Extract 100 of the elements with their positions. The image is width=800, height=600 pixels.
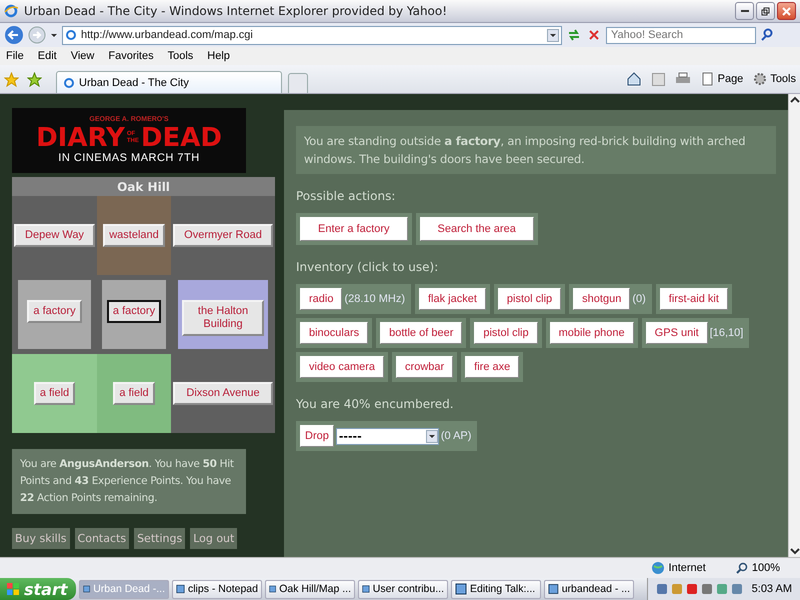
address-field[interactable]: http://www.urbandead.com/map.cgi bbox=[62, 26, 562, 44]
command-button[interactable]: Tools bbox=[753, 72, 796, 86]
item-button[interactable]: bottle of beer bbox=[380, 322, 462, 344]
banner-title: DEAD bbox=[140, 124, 222, 152]
home-icon bbox=[626, 72, 642, 86]
close-icon bbox=[782, 6, 791, 16]
window-icon bbox=[269, 583, 276, 595]
browser-tab[interactable]: Urban Dead - The City bbox=[56, 71, 282, 93]
taskbar-button[interactable]: clips - Notepad bbox=[172, 580, 262, 598]
print-button[interactable] bbox=[674, 72, 691, 86]
restore-icon bbox=[761, 6, 770, 16]
menu-item[interactable]: Favorites bbox=[108, 50, 154, 62]
nav-link[interactable]: Settings bbox=[134, 528, 186, 549]
item-button[interactable]: fire axe bbox=[465, 356, 520, 378]
item-note: (28.10 MHz) bbox=[344, 293, 406, 305]
restore-button[interactable] bbox=[756, 2, 775, 20]
menu-item[interactable]: Tools bbox=[168, 50, 194, 62]
menu-item[interactable]: Edit bbox=[38, 50, 57, 62]
item-button[interactable]: GPS unit bbox=[646, 322, 708, 344]
nav-link[interactable]: Log out bbox=[190, 528, 238, 549]
minimize-button[interactable] bbox=[735, 2, 754, 20]
item-button[interactable]: binoculars bbox=[300, 322, 368, 344]
menu-item[interactable]: File bbox=[6, 50, 24, 62]
tray-icon[interactable] bbox=[656, 583, 668, 595]
star-plus-icon bbox=[27, 72, 42, 86]
item-button[interactable]: flak jacket bbox=[419, 288, 486, 310]
refresh-icon bbox=[566, 27, 582, 43]
item-note: (0) bbox=[632, 293, 647, 305]
back-button[interactable] bbox=[4, 25, 24, 45]
search-field[interactable]: Yahoo! Search bbox=[606, 26, 756, 44]
nav-link[interactable]: Contacts bbox=[74, 528, 130, 549]
item-button[interactable]: shotgun bbox=[573, 288, 630, 310]
item-button[interactable]: video camera bbox=[300, 356, 384, 378]
location-description: You are standing outside a factory, an imposing red-brick building with arched windows. The building's doors have been secured. bbox=[296, 126, 776, 174]
start-button[interactable]: start bbox=[0, 578, 76, 600]
close-button[interactable] bbox=[777, 2, 796, 20]
refresh-button[interactable] bbox=[566, 27, 582, 43]
nav-link[interactable]: Buy skills bbox=[12, 528, 70, 549]
tray-icon[interactable] bbox=[700, 583, 713, 595]
search-button[interactable] bbox=[760, 28, 774, 42]
location-button[interactable]: Overmyer Road bbox=[173, 224, 273, 247]
location-button[interactable]: Depew Way bbox=[14, 224, 96, 247]
window-icon bbox=[455, 583, 467, 595]
banner-text: IN CINEMAS MARCH 7TH bbox=[58, 152, 200, 165]
drop-button[interactable]: Drop bbox=[300, 425, 334, 447]
home-button[interactable] bbox=[626, 72, 642, 86]
command-button[interactable]: Page bbox=[700, 72, 744, 86]
window-icon bbox=[176, 583, 185, 595]
location-button[interactable]: a factory bbox=[27, 300, 82, 323]
window-icon bbox=[548, 583, 559, 595]
taskbar-button[interactable]: urbandead - ... bbox=[544, 580, 634, 598]
globe-icon bbox=[650, 561, 665, 575]
item-button[interactable]: first-aid kit bbox=[660, 288, 728, 310]
map-title: Oak Hill bbox=[12, 177, 275, 196]
search-icon bbox=[760, 28, 774, 42]
item-button[interactable]: pistol clip bbox=[498, 288, 562, 310]
tray-icon[interactable] bbox=[730, 583, 743, 595]
action-button[interactable]: Enter a factory bbox=[300, 217, 408, 241]
taskbar-button[interactable]: Editing Talk:... bbox=[451, 580, 541, 598]
item-note: [16,10] bbox=[710, 327, 744, 339]
scrollbar[interactable] bbox=[788, 94, 800, 557]
item-button[interactable]: pistol clip bbox=[474, 322, 538, 344]
add-favorite-button[interactable] bbox=[27, 72, 42, 86]
item-select[interactable]: ----- bbox=[336, 428, 439, 444]
section-label: Possible actions: bbox=[296, 189, 396, 203]
menu-item[interactable]: Help bbox=[207, 50, 230, 62]
location-button[interactable]: a field bbox=[113, 382, 155, 405]
location-button[interactable]: wasteland bbox=[103, 224, 165, 247]
window-title: Urban Dead - The City - Windows Internet Explorer provided by Yahoo! bbox=[24, 4, 448, 18]
cost-note: (0 AP) bbox=[440, 430, 472, 442]
section-label: Inventory (click to use): bbox=[296, 260, 440, 274]
window-icon bbox=[83, 583, 90, 595]
history-dropdown[interactable] bbox=[50, 31, 58, 39]
magnifier-icon bbox=[736, 562, 748, 574]
star-icon bbox=[4, 72, 19, 86]
favorites-button[interactable] bbox=[4, 72, 19, 86]
banner-title: DIARY bbox=[36, 124, 125, 152]
menu-item[interactable]: View bbox=[70, 50, 94, 62]
item-button[interactable]: mobile phone bbox=[550, 322, 634, 344]
location-button[interactable]: the Halton Building bbox=[182, 300, 264, 336]
location-button[interactable]: Dixson Avenue bbox=[173, 382, 273, 405]
zone-label: Internet bbox=[668, 562, 706, 574]
taskbar-button[interactable]: Oak Hill/Map ... bbox=[265, 580, 355, 598]
window-icon bbox=[362, 583, 370, 595]
caret-icon bbox=[426, 430, 438, 442]
item-button[interactable]: crowbar bbox=[396, 356, 454, 378]
location-button[interactable]: a field bbox=[34, 382, 76, 405]
action-button[interactable]: Search the area bbox=[420, 217, 534, 241]
printer-icon bbox=[674, 72, 691, 86]
item-button[interactable]: radio bbox=[300, 288, 342, 310]
location-button[interactable]: a factory bbox=[106, 300, 162, 323]
caret-icon bbox=[547, 28, 559, 42]
caret-icon bbox=[50, 31, 58, 39]
tray-icon[interactable] bbox=[670, 583, 683, 595]
windows-flag-icon bbox=[6, 582, 20, 596]
tray-icon[interactable] bbox=[716, 583, 728, 595]
taskbar-button[interactable]: User contribu... bbox=[358, 580, 448, 598]
tray-icon[interactable] bbox=[686, 583, 698, 595]
zoom-button[interactable]: 100% bbox=[736, 562, 780, 574]
new-tab-button[interactable] bbox=[288, 73, 308, 93]
